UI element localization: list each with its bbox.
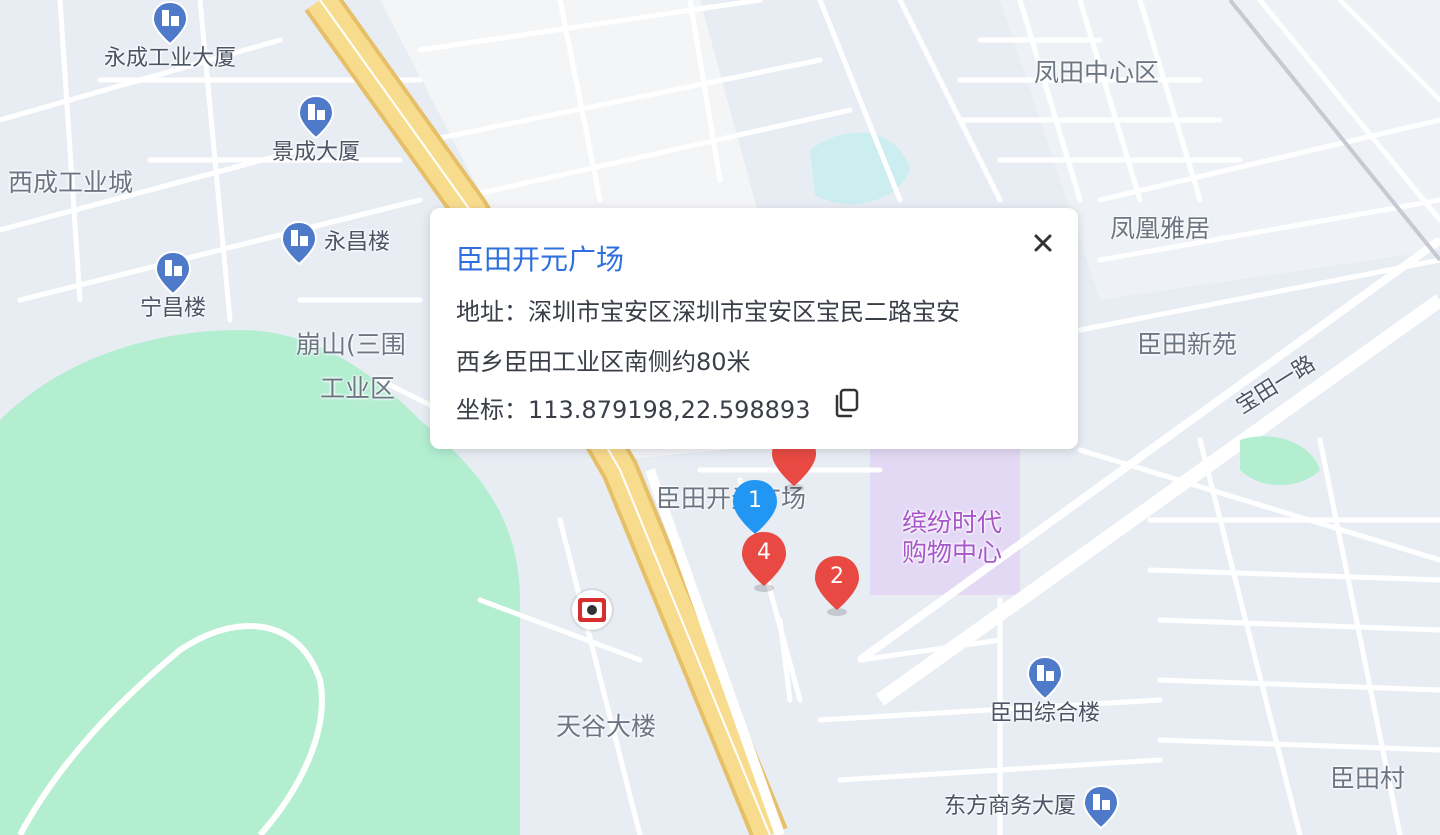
area-label-bengshan-line1: 崩山(三围 [296, 330, 406, 359]
area-label-tiangu: 天谷大楼 [556, 712, 657, 741]
area-label-chentian-cun: 臣田村 [1330, 764, 1406, 793]
popup-coords: 坐标：113.879198,22.598893 [456, 396, 811, 424]
building-icon [151, 0, 189, 46]
poi-yongchang[interactable]: 永昌楼 [280, 220, 390, 266]
poi-label: 宁昌楼 [140, 296, 207, 321]
poi-label: 东方商务大厦 [944, 793, 1077, 819]
area-label-fenghuang: 凤凰雅居 [1110, 214, 1211, 243]
marker-number: 1 [748, 488, 762, 513]
mall-label-line2: 购物中心 [902, 538, 1003, 567]
area-label-bengshan-line2: 工业区 [320, 374, 396, 403]
poi-label: 永昌楼 [324, 229, 391, 255]
area-label-chentian-xinyuan: 臣田新苑 [1137, 330, 1238, 359]
building-icon [280, 220, 318, 266]
area-label-xicheng: 西成工业城 [8, 168, 134, 197]
mall-label[interactable]: 缤纷时代 购物中心 [902, 508, 1002, 568]
poi-ningchang[interactable]: 宁昌楼 [140, 250, 206, 322]
marker-number: 2 [830, 564, 844, 589]
marker-number: 4 [757, 540, 771, 565]
poi-dongfang[interactable]: 东方商务大厦 [944, 784, 1120, 830]
close-icon[interactable] [1030, 230, 1056, 256]
mall-label-line1: 缤纷时代 [902, 508, 1003, 537]
popup-address-line2: 西乡臣田工业区南侧约80米 [456, 348, 751, 376]
popup-address-line1: 地址：深圳市宝安区深圳市宝安区宝民二路宝安 [456, 298, 960, 326]
poi-chentian-zonghe[interactable]: 臣田综合楼 [990, 655, 1100, 727]
building-icon [1026, 655, 1064, 701]
popup-title[interactable]: 臣田开元广场 [456, 238, 624, 278]
building-icon [1083, 784, 1120, 830]
area-label-fengtian-center: 凤田中心区 [1034, 58, 1160, 87]
map-marker-4[interactable]: 4 [740, 530, 788, 592]
building-icon [154, 250, 192, 296]
building-icon [297, 94, 335, 140]
copy-icon[interactable] [833, 388, 859, 418]
poi-yongcheng[interactable]: 永成工业大厦 [104, 0, 236, 72]
poi-jingcheng[interactable]: 景成大厦 [272, 94, 360, 166]
map-marker-2[interactable]: 2 [813, 554, 861, 616]
kfc-icon[interactable] [572, 590, 612, 630]
poi-label: 臣田综合楼 [990, 701, 1101, 726]
info-popup: 臣田开元广场 地址：深圳市宝安区深圳市宝安区宝民二路宝安 西乡臣田工业区南侧约8… [430, 208, 1078, 449]
poi-label: 永成工业大厦 [104, 46, 237, 71]
poi-label: 景成大厦 [272, 140, 361, 165]
